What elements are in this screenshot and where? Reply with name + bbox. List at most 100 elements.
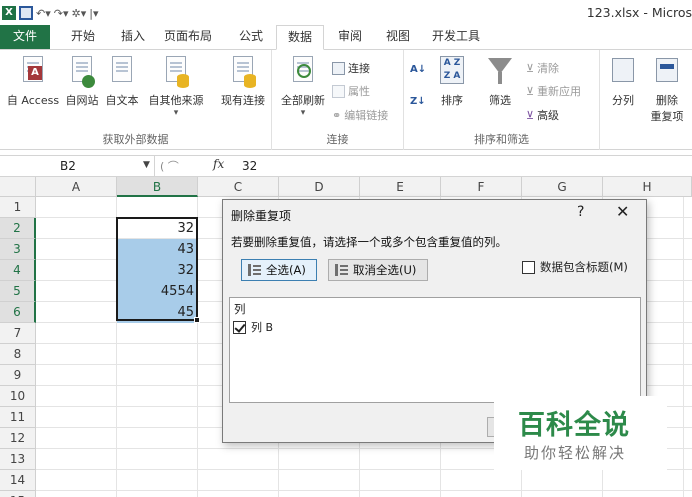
redo-icon[interactable]: ↷▾ bbox=[54, 7, 69, 20]
select-all-corner[interactable] bbox=[0, 177, 36, 197]
row-header[interactable]: 14 bbox=[0, 470, 36, 491]
excel-logo-icon: X bbox=[2, 6, 16, 20]
tab-home[interactable]: 开始 bbox=[50, 25, 116, 49]
column-header-c[interactable]: C bbox=[198, 177, 279, 197]
row-header[interactable]: 8 bbox=[0, 344, 36, 365]
row-header[interactable]: 12 bbox=[0, 428, 36, 449]
row-header[interactable]: 10 bbox=[0, 386, 36, 407]
row-header[interactable]: 2 bbox=[0, 218, 36, 239]
connections-icon bbox=[332, 61, 345, 75]
properties-icon bbox=[332, 84, 345, 98]
ribbon-tabs: 文件 开始 插入 页面布局 公式 数据 审阅 视图 开发工具 bbox=[0, 25, 692, 50]
existing-connections-icon bbox=[228, 54, 258, 88]
row-header[interactable]: 4 bbox=[0, 260, 36, 281]
text-to-columns-button[interactable]: 分列 bbox=[604, 54, 642, 108]
row-header[interactable]: 5 bbox=[0, 281, 36, 302]
name-box-dropdown-icon[interactable]: ▼ bbox=[143, 160, 150, 170]
tab-view[interactable]: 视图 bbox=[376, 25, 420, 49]
has-headers-checkbox[interactable]: 数据包含标题(M) bbox=[522, 259, 628, 275]
watermark-subtitle: 助你轻松解决 bbox=[524, 444, 627, 462]
from-web-button[interactable]: 自网站 bbox=[62, 54, 102, 108]
grid-line bbox=[36, 490, 692, 491]
close-icon[interactable]: ✕ bbox=[616, 202, 629, 221]
other-sources-icon bbox=[161, 54, 191, 88]
tab-page-layout[interactable]: 页面布局 bbox=[150, 25, 226, 49]
list-item[interactable]: 列 B bbox=[233, 319, 273, 335]
tab-formulas[interactable]: 公式 bbox=[226, 25, 276, 49]
properties-button[interactable]: 属性 bbox=[332, 83, 370, 99]
remove-duplicates-button[interactable]: 删除 重复项 bbox=[644, 54, 690, 124]
row-header[interactable]: 13 bbox=[0, 449, 36, 470]
save-icon[interactable] bbox=[19, 6, 33, 20]
text-file-icon bbox=[107, 54, 137, 88]
fill-handle[interactable] bbox=[194, 317, 200, 323]
reapply-button[interactable]: ⊻ 重新应用 bbox=[526, 83, 581, 99]
help-button[interactable]: ? bbox=[577, 204, 584, 220]
watermark-title: 百科全说 bbox=[518, 410, 630, 441]
row-header[interactable]: 7 bbox=[0, 323, 36, 344]
sort-button[interactable]: A ZZ A 排序 bbox=[434, 54, 470, 108]
name-box[interactable]: B2 bbox=[0, 156, 155, 176]
from-other-sources-button[interactable]: 自其他来源 ▾ bbox=[144, 54, 208, 118]
refresh-all-button[interactable]: 全部刷新 ▾ bbox=[278, 54, 328, 118]
remove-duplicates-icon bbox=[652, 54, 682, 88]
column-header-b[interactable]: B bbox=[117, 177, 198, 197]
row-header[interactable]: 9 bbox=[0, 365, 36, 386]
tab-review[interactable]: 审阅 bbox=[324, 25, 376, 49]
access-icon: A bbox=[18, 54, 48, 88]
filter-icon bbox=[485, 54, 515, 88]
title-bar: X ↶▾ ↷▾ ✲▾ |▾ 123.xlsx - Micros bbox=[0, 0, 692, 26]
formula-input[interactable]: 32 bbox=[242, 156, 257, 176]
tab-data[interactable]: 数据 bbox=[276, 25, 324, 50]
dropdown-arrow-icon: ▾ bbox=[173, 108, 179, 118]
row-header[interactable]: 15 bbox=[0, 491, 36, 497]
insert-function-icon[interactable]: fx bbox=[213, 157, 224, 171]
undo-icon[interactable]: ↶▾ bbox=[36, 7, 51, 20]
column-header-h[interactable]: H bbox=[603, 177, 692, 197]
column-header-a[interactable]: A bbox=[36, 177, 117, 197]
column-header-f[interactable]: F bbox=[441, 177, 522, 197]
from-access-button[interactable]: A 自 Access bbox=[4, 54, 62, 108]
tab-developer[interactable]: 开发工具 bbox=[420, 25, 492, 49]
advanced-button[interactable]: ⊻ 高级 bbox=[526, 107, 559, 123]
refresh-icon bbox=[288, 54, 318, 88]
qat-menu-icon[interactable]: |▾ bbox=[89, 7, 98, 20]
row-header[interactable]: 11 bbox=[0, 407, 36, 428]
group-label-sort-filter: 排序和筛选 bbox=[474, 133, 529, 146]
has-headers-box[interactable] bbox=[522, 260, 535, 274]
clear-filter-icon: ⊻ bbox=[526, 61, 535, 75]
row-header[interactable]: 6 bbox=[0, 302, 36, 323]
column-header-d[interactable]: D bbox=[279, 177, 360, 197]
columns-list: 列 列 B bbox=[229, 297, 641, 403]
group-connections: 全部刷新 ▾ 连接 属性 ⚭ 编辑链接 连接 bbox=[272, 50, 404, 150]
watermark: 百科全说 助你轻松解决 bbox=[494, 396, 667, 470]
row-header[interactable]: 1 bbox=[0, 197, 36, 218]
reapply-icon: ⊻ bbox=[526, 84, 535, 98]
sort-asc-button[interactable]: A↓ bbox=[410, 64, 426, 75]
filter-button[interactable]: 筛选 bbox=[482, 54, 518, 108]
existing-connections-button[interactable]: 现有连接 bbox=[216, 54, 270, 108]
sort-icon: A ZZ A bbox=[437, 54, 467, 88]
unselect-all-button[interactable]: 取消全选(U) bbox=[328, 259, 428, 281]
row-header[interactable]: 3 bbox=[0, 239, 36, 260]
advanced-filter-icon: ⊻ bbox=[526, 108, 535, 122]
clear-button[interactable]: ⊻ 清除 bbox=[526, 60, 559, 76]
column-header-e[interactable]: E bbox=[360, 177, 441, 197]
web-icon bbox=[67, 54, 97, 88]
window-title: 123.xlsx - Micros bbox=[586, 5, 692, 20]
tab-insert[interactable]: 插入 bbox=[116, 25, 150, 49]
sort-desc-icon: Z↓ bbox=[410, 96, 426, 107]
dropdown-arrow-icon: ▾ bbox=[300, 108, 306, 118]
column-b-checkbox[interactable] bbox=[233, 320, 246, 334]
tab-file[interactable]: 文件 bbox=[0, 25, 50, 49]
column-header-g[interactable]: G bbox=[522, 177, 603, 197]
from-text-button[interactable]: 自文本 bbox=[102, 54, 142, 108]
customize-icon[interactable]: ✲▾ bbox=[72, 7, 87, 20]
group-label-external: 获取外部数据 bbox=[102, 133, 169, 146]
columns-list-header: 列 bbox=[234, 302, 246, 316]
group-label-connections: 连接 bbox=[326, 133, 349, 146]
select-all-button[interactable]: 全选(A) bbox=[241, 259, 317, 281]
sort-desc-button[interactable]: Z↓ bbox=[410, 96, 426, 107]
connections-button[interactable]: 连接 bbox=[332, 60, 370, 76]
edit-links-button[interactable]: ⚭ 编辑链接 bbox=[332, 107, 388, 123]
